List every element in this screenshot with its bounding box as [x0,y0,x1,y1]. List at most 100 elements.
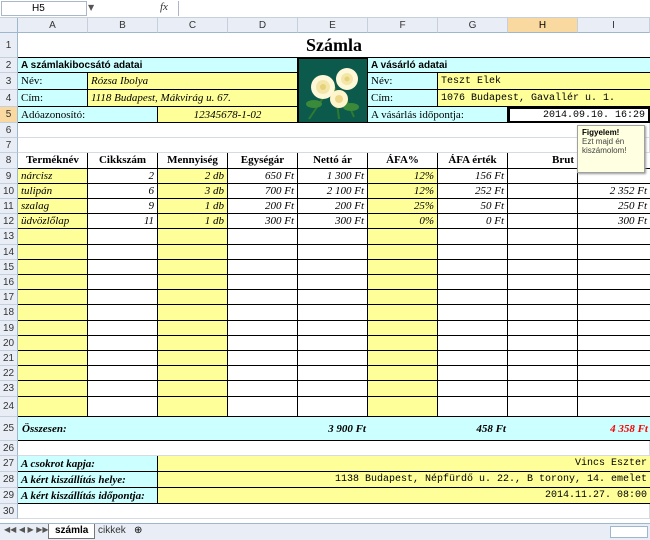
table-cell[interactable] [438,260,508,275]
table-cell[interactable] [18,397,88,417]
table-cell[interactable] [298,351,368,366]
table-cell[interactable] [88,305,158,321]
table-cell[interactable]: szalag [18,199,88,214]
formula-input[interactable] [178,1,650,16]
table-cell[interactable] [18,381,88,397]
sheet-nav-arrows-icon[interactable]: ◀◀ ◀ ▶ ▶▶ [4,525,49,534]
table-cell[interactable]: 1 300 Ft [298,169,368,184]
row-header-17[interactable]: 17 [0,290,18,305]
table-cell[interactable] [88,397,158,417]
table-cell[interactable]: 156 Ft [438,169,508,184]
table-cell[interactable] [158,336,228,351]
table-cell[interactable] [508,366,578,381]
table-cell[interactable]: 1 db [158,199,228,214]
table-cell[interactable] [368,260,438,275]
table-cell[interactable] [158,305,228,321]
table-cell[interactable] [508,321,578,336]
table-cell[interactable]: 300 Ft [578,214,650,229]
table-cell[interactable] [508,184,578,199]
row-header-1[interactable]: 1 [0,33,18,58]
function-icon[interactable]: fx [160,1,178,16]
table-cell[interactable]: 2 db [158,169,228,184]
row-header-15[interactable]: 15 [0,260,18,275]
row-header-10[interactable]: 10 [0,184,18,199]
row-header-2[interactable]: 2 [0,58,18,73]
row-header-30[interactable]: 30 [0,504,18,519]
table-cell[interactable] [438,351,508,366]
table-cell[interactable] [228,305,298,321]
column-header-f[interactable]: F [368,18,438,33]
table-cell[interactable] [88,260,158,275]
row-header-4[interactable]: 4 [0,90,18,107]
table-cell[interactable] [158,245,228,260]
table-cell[interactable] [438,305,508,321]
table-cell[interactable] [508,275,578,290]
table-cell[interactable] [508,169,578,184]
table-cell[interactable] [578,366,650,381]
column-header-d[interactable]: D [228,18,298,33]
row-header-23[interactable]: 23 [0,381,18,397]
row-header-8[interactable]: 8 [0,153,18,169]
column-header-b[interactable]: B [88,18,158,33]
tab-szamla[interactable]: számla [48,524,96,539]
table-cell[interactable] [228,229,298,245]
table-cell[interactable] [368,397,438,417]
table-cell[interactable] [228,260,298,275]
table-cell[interactable]: 9 [88,199,158,214]
row-header-16[interactable]: 16 [0,275,18,290]
table-cell[interactable] [578,305,650,321]
table-cell[interactable]: 12% [368,184,438,199]
table-cell[interactable] [18,366,88,381]
buyer-address[interactable]: 1076 Budapest, Gavallér u. 1. [438,90,650,107]
row-header-5[interactable]: 5 [0,107,18,123]
table-cell[interactable] [578,260,650,275]
table-cell[interactable] [298,290,368,305]
table-cell[interactable] [298,275,368,290]
table-cell[interactable] [578,336,650,351]
table-cell[interactable] [368,351,438,366]
new-sheet-icon[interactable]: ⊕ [128,524,148,538]
table-cell[interactable]: üdvözlőlap [18,214,88,229]
table-cell[interactable] [298,305,368,321]
table-cell[interactable] [438,229,508,245]
table-cell[interactable]: 2 352 Ft [578,184,650,199]
table-cell[interactable] [88,245,158,260]
table-cell[interactable] [438,366,508,381]
table-cell[interactable]: 0% [368,214,438,229]
table-cell[interactable] [158,366,228,381]
row-header-22[interactable]: 22 [0,366,18,381]
purchase-time-cell[interactable]: 2014.09.10. 16:29 [508,107,650,123]
seller-name[interactable]: Rózsa Ibolya [88,73,298,90]
table-cell[interactable] [228,381,298,397]
table-cell[interactable] [438,245,508,260]
table-cell[interactable] [158,229,228,245]
row-header-3[interactable]: 3 [0,73,18,90]
table-cell[interactable] [578,321,650,336]
table-cell[interactable]: 200 Ft [228,199,298,214]
table-cell[interactable] [368,275,438,290]
row-header-27[interactable]: 27 [0,456,18,472]
table-cell[interactable] [88,321,158,336]
column-header-h[interactable]: H [508,18,578,33]
table-cell[interactable] [88,381,158,397]
table-cell[interactable] [368,321,438,336]
table-cell[interactable] [578,397,650,417]
table-cell[interactable] [298,381,368,397]
table-cell[interactable] [298,397,368,417]
table-cell[interactable] [158,290,228,305]
table-cell[interactable] [18,245,88,260]
table-cell[interactable] [158,381,228,397]
row-header-26[interactable]: 26 [0,441,18,456]
table-cell[interactable]: 2 [88,169,158,184]
table-cell[interactable] [508,381,578,397]
table-cell[interactable]: tulipán [18,184,88,199]
table-cell[interactable] [18,321,88,336]
table-cell[interactable] [368,366,438,381]
table-cell[interactable] [298,336,368,351]
table-cell[interactable] [298,229,368,245]
row-header-6[interactable]: 6 [0,123,18,138]
table-cell[interactable] [298,366,368,381]
table-cell[interactable] [438,275,508,290]
table-cell[interactable] [438,336,508,351]
table-cell[interactable] [18,336,88,351]
